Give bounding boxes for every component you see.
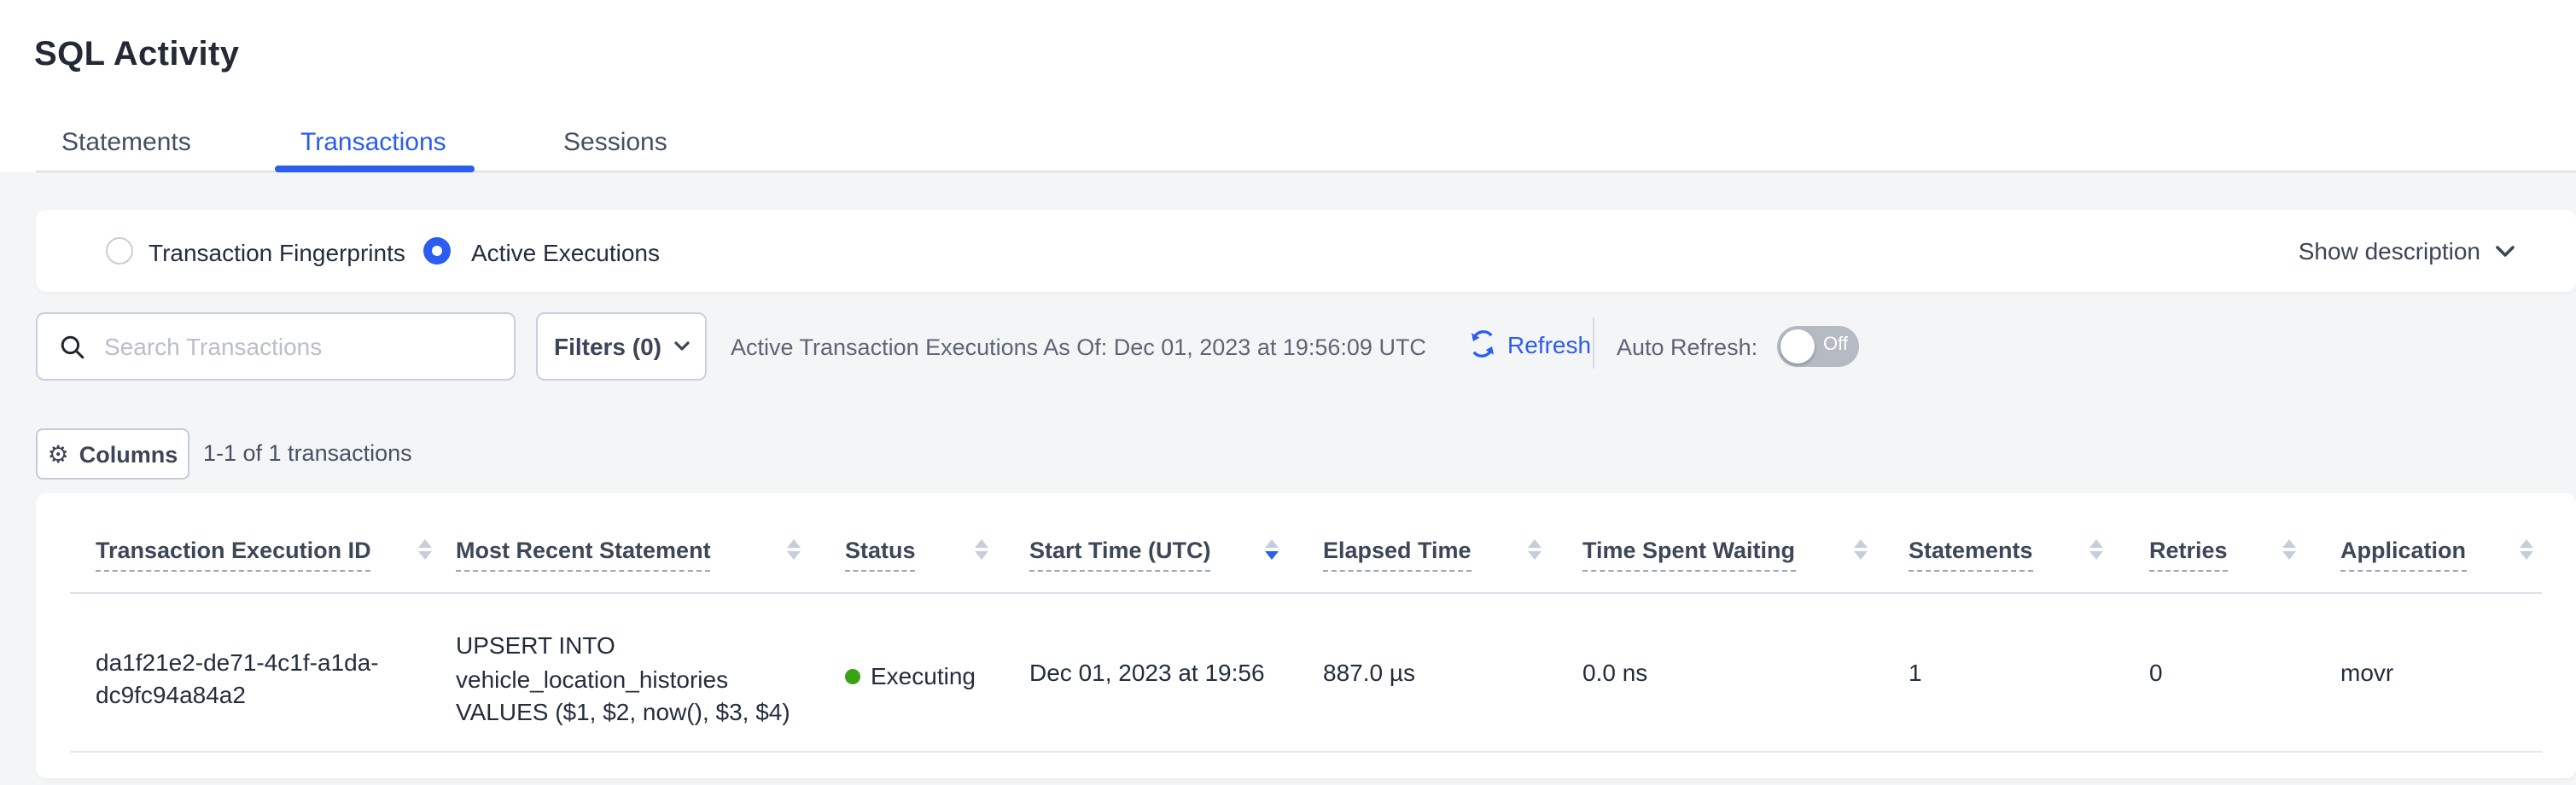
columns-button[interactable]: ⚙ Columns [36,428,189,480]
refresh-label: Refresh [1507,330,1591,358]
show-description-label: Show description [2299,237,2480,265]
col-header-most-recent-statement[interactable]: Most Recent Statement [456,538,711,572]
search-icon [60,334,85,359]
filters-button[interactable]: Filters (0) [536,312,707,381]
auto-refresh-label: Auto Refresh: [1617,334,1757,360]
cell-time-spent-waiting: 0.0 ns [1582,659,1647,686]
sort-icon-application[interactable] [2518,539,2533,560]
sort-icon-start-time[interactable] [1263,539,1279,560]
gear-icon: ⚙ [48,442,69,466]
tab-statements[interactable]: Statements [61,128,191,157]
cell-statements: 1 [1909,659,1922,686]
toolbar-divider [1593,317,1594,369]
cell-application: movr [2340,659,2393,686]
cell-status: Executing [845,662,976,689]
sort-icon-time-spent-waiting[interactable] [1852,539,1868,560]
radio-label-transaction-fingerprints[interactable]: Transaction Fingerprints [149,239,405,266]
show-description-toggle[interactable]: Show description [2299,237,2515,265]
col-header-status[interactable]: Status [845,538,916,572]
refresh-button[interactable]: Refresh [1468,329,1591,358]
col-header-retries[interactable]: Retries [2149,538,2228,572]
status-label: Executing [871,662,976,689]
filters-label: Filters (0) [554,333,661,360]
col-header-application[interactable]: Application [2340,538,2466,572]
toggle-state-label: Off [1823,334,1848,355]
view-toggle-card: Transaction Fingerprints Active Executio… [36,210,2576,292]
result-count: 1-1 of 1 transactions [203,440,412,466]
sort-icon-elapsed-time[interactable] [1526,539,1542,560]
tab-sessions[interactable]: Sessions [563,128,667,157]
radio-label-active-executions[interactable]: Active Executions [471,239,660,266]
col-header-time-spent-waiting[interactable]: Time Spent Waiting [1582,538,1795,572]
toggle-knob [1780,329,1815,363]
cell-retries: 0 [2149,659,2163,686]
as-of-timestamp: Active Transaction Executions As Of: Dec… [731,334,1426,360]
cell-most-recent-statement: UPSERT INTO vehicle_location_histories V… [456,630,807,730]
chevron-down-icon [673,341,689,352]
chevron-down-icon [2496,245,2515,257]
sort-icon-statements[interactable] [2088,539,2103,560]
col-header-statements[interactable]: Statements [1909,538,2033,572]
page-title: SQL Activity [34,37,239,76]
radio-active-executions[interactable] [423,237,451,265]
transactions-table-card [36,493,2576,778]
status-executing-icon [845,668,860,683]
sort-icon-status[interactable] [973,539,988,560]
cell-start-time: Dec 01, 2023 at 19:56 [1029,659,1265,686]
sort-icon-most-recent-statement[interactable] [785,539,801,560]
header-bottom-border [70,592,2542,594]
cell-transaction-execution-id[interactable]: da1f21e2-de71-4c1f-a1da-dc9fc94a84a2 [96,647,437,712]
refresh-icon [1468,329,1497,358]
tab-transactions[interactable]: Transactions [300,128,446,157]
active-tab-underline [275,166,475,172]
col-header-transaction-execution-id[interactable]: Transaction Execution ID [96,538,371,572]
col-header-start-time[interactable]: Start Time (UTC) [1029,538,1211,572]
columns-button-label: Columns [79,441,178,467]
sql-activity-page: SQL Activity Statements Transactions Ses… [0,0,2576,785]
search-input[interactable] [101,331,514,362]
auto-refresh-toggle[interactable]: Off [1777,326,1859,367]
cell-elapsed-time: 887.0 µs [1323,659,1415,686]
radio-transaction-fingerprints[interactable] [106,237,133,265]
sort-icon-transaction-execution-id[interactable] [417,539,432,560]
sort-icon-retries[interactable] [2281,539,2296,560]
col-header-elapsed-time[interactable]: Elapsed Time [1323,538,1472,572]
search-box[interactable] [36,312,516,381]
row-bottom-border [70,751,2542,753]
